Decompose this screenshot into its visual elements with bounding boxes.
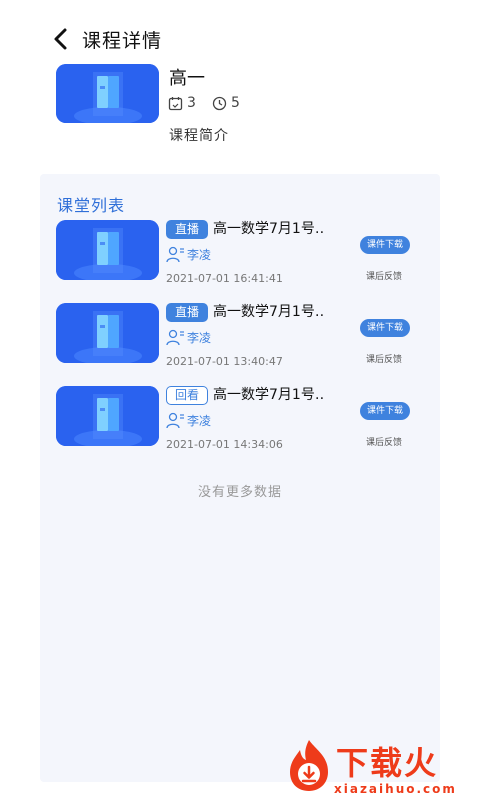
teacher: 李凌 xyxy=(166,246,211,263)
list-item[interactable]: 直播 高一数学7月1号… 李凌 2021-07-01 16:41:41 课件下载… xyxy=(40,220,440,292)
teacher-icon xyxy=(166,329,184,346)
course-card: 高一 3 5 课程简介 xyxy=(0,60,480,160)
lesson-title: 高一数学7月1号… xyxy=(213,387,325,403)
teacher-icon xyxy=(166,412,184,429)
list-item[interactable]: 直播 高一数学7月1号… 李凌 2021-07-01 13:40:47 课件下载… xyxy=(40,303,440,375)
clock-icon xyxy=(212,96,227,110)
course-cover xyxy=(56,64,159,123)
status-badge: 直播 xyxy=(166,220,209,239)
lesson-cover xyxy=(56,303,159,363)
lesson-list-title: 课堂列表 xyxy=(57,196,126,215)
book-icon xyxy=(56,303,159,363)
book-icon xyxy=(56,220,159,280)
lesson-list-panel: 课堂列表 直播 高一数学7月1号… 李凌 2021-07-01 16:41:41… xyxy=(40,174,440,782)
teacher-name: 李凌 xyxy=(187,414,212,428)
chevron-left-icon xyxy=(54,28,67,50)
book-icon xyxy=(56,386,159,446)
course-name: 高一 xyxy=(169,68,205,89)
status-badge: 回看 xyxy=(166,386,209,405)
feedback-link[interactable]: 课后反馈 xyxy=(366,269,402,282)
status-badge: 直播 xyxy=(166,303,209,322)
download-button[interactable]: 课件下载 xyxy=(360,236,410,254)
lesson-cover xyxy=(56,386,159,446)
lesson-time: 2021-07-01 16:41:41 xyxy=(166,272,283,285)
teacher-icon xyxy=(166,246,184,263)
watermark-url: xiazaihuo.com xyxy=(334,782,457,796)
download-button[interactable]: 课件下载 xyxy=(360,319,410,337)
course-intro-link[interactable]: 课程简介 xyxy=(169,125,229,145)
flame-download-icon xyxy=(290,740,328,791)
list-item[interactable]: 回看 高一数学7月1号… 李凌 2021-07-01 14:34:06 课件下载… xyxy=(40,386,440,458)
lesson-title: 高一数学7月1号… xyxy=(213,304,325,320)
teacher: 李凌 xyxy=(166,412,211,429)
back-button[interactable] xyxy=(50,24,74,54)
lesson-cover xyxy=(56,220,159,280)
watermark: 下载火 xiazaihuo.com xyxy=(282,736,480,800)
lesson-count-value: 3 xyxy=(187,95,196,111)
teacher-name: 李凌 xyxy=(187,331,212,345)
course-hours-value: 5 xyxy=(231,95,240,111)
teacher: 李凌 xyxy=(166,329,211,346)
page-title: 课程详情 xyxy=(82,30,163,52)
course-hours: 5 xyxy=(212,95,240,111)
watermark-brand: 下载火 xyxy=(336,744,439,782)
lesson-title: 高一数学7月1号… xyxy=(213,221,325,237)
header: 课程详情 xyxy=(0,0,480,60)
lesson-time: 2021-07-01 13:40:47 xyxy=(166,355,283,368)
download-button[interactable]: 课件下载 xyxy=(360,402,410,420)
feedback-link[interactable]: 课后反馈 xyxy=(366,352,402,365)
teacher-name: 李凌 xyxy=(187,248,212,262)
feedback-link[interactable]: 课后反馈 xyxy=(366,435,402,448)
book-icon xyxy=(56,64,159,123)
no-more-data: 没有更多数据 xyxy=(197,485,282,500)
calendar-icon xyxy=(168,96,183,110)
lesson-count: 3 xyxy=(168,95,196,111)
lesson-time: 2021-07-01 14:34:06 xyxy=(166,438,283,451)
